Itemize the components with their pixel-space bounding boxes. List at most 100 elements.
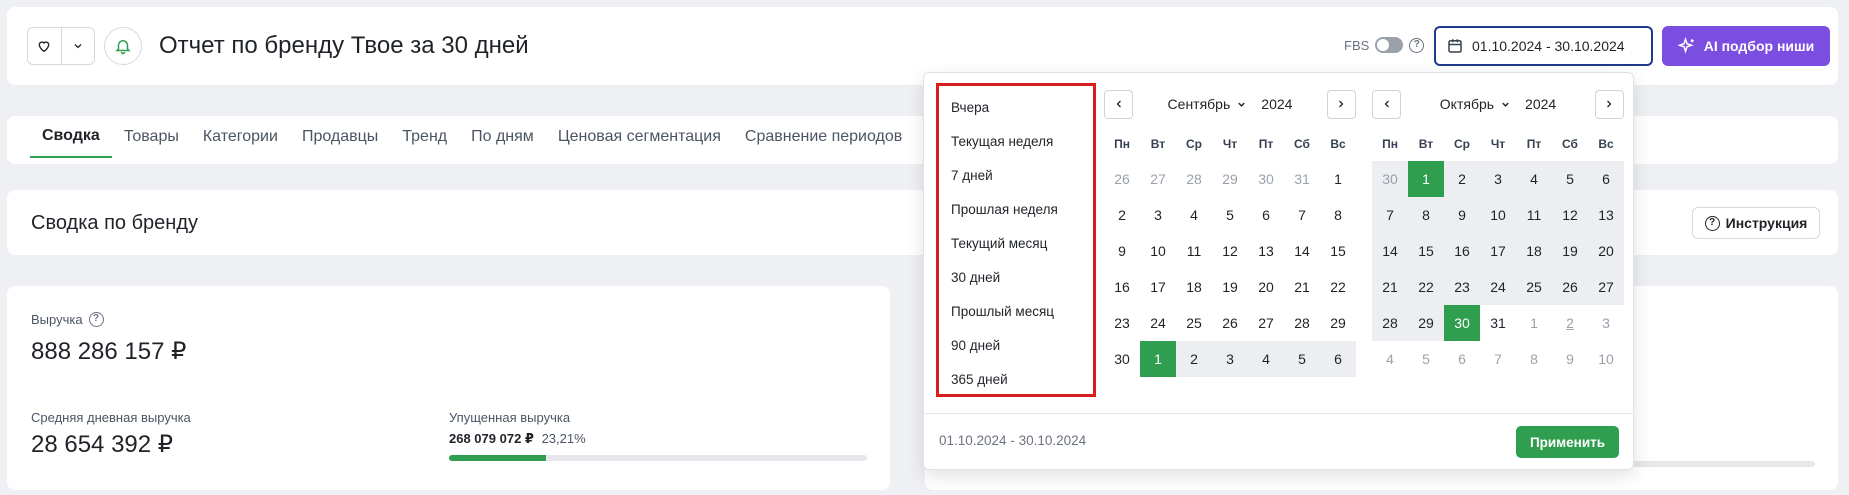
- calendar-day[interactable]: 30: [1248, 161, 1284, 197]
- preset-item[interactable]: Прошлый месяц: [939, 294, 1093, 328]
- calendar-day[interactable]: 16: [1444, 233, 1480, 269]
- calendar-day[interactable]: 21: [1372, 269, 1408, 305]
- calendar-day[interactable]: 7: [1372, 197, 1408, 233]
- calendar-day[interactable]: 2: [1552, 305, 1588, 341]
- tab-item[interactable]: По дням: [459, 116, 546, 158]
- calendar-day[interactable]: 28: [1176, 161, 1212, 197]
- calendar-day[interactable]: 1: [1516, 305, 1552, 341]
- year-select[interactable]: 2024: [1525, 96, 1556, 112]
- calendar-day[interactable]: 8: [1320, 197, 1356, 233]
- month-select[interactable]: Октябрь: [1440, 96, 1511, 112]
- calendar-day[interactable]: 6: [1320, 341, 1356, 377]
- notification-button[interactable]: [104, 27, 142, 65]
- calendar-day[interactable]: 10: [1140, 233, 1176, 269]
- date-range-input[interactable]: 01.10.2024 - 30.10.2024: [1434, 26, 1653, 66]
- preset-item[interactable]: 365 дней: [939, 362, 1093, 396]
- calendar-day[interactable]: 6: [1588, 161, 1624, 197]
- calendar-day[interactable]: 14: [1372, 233, 1408, 269]
- calendar-day[interactable]: 19: [1212, 269, 1248, 305]
- favorite-button[interactable]: [28, 28, 61, 64]
- calendar-day[interactable]: 21: [1284, 269, 1320, 305]
- calendar-day[interactable]: 24: [1140, 305, 1176, 341]
- calendar-day[interactable]: 12: [1552, 197, 1588, 233]
- calendar-day[interactable]: 29: [1408, 305, 1444, 341]
- calendar-day[interactable]: 10: [1588, 341, 1624, 377]
- tab-item[interactable]: Продавцы: [290, 116, 390, 158]
- calendar-day[interactable]: 4: [1248, 341, 1284, 377]
- preset-item[interactable]: 30 дней: [939, 260, 1093, 294]
- prev-month-button[interactable]: [1372, 89, 1401, 119]
- calendar-day[interactable]: 23: [1104, 305, 1140, 341]
- help-icon[interactable]: ?: [88, 312, 104, 327]
- calendar-day[interactable]: 5: [1408, 341, 1444, 377]
- calendar-day-selected[interactable]: 1: [1140, 341, 1176, 377]
- preset-item[interactable]: Текущий месяц: [939, 226, 1093, 260]
- calendar-day[interactable]: 29: [1212, 161, 1248, 197]
- calendar-day[interactable]: 4: [1176, 197, 1212, 233]
- calendar-day[interactable]: 4: [1372, 341, 1408, 377]
- apply-button[interactable]: Применить: [1516, 426, 1619, 458]
- favorites-dropdown-button[interactable]: [60, 28, 94, 64]
- fbs-toggle[interactable]: [1375, 37, 1404, 53]
- calendar-day[interactable]: 30: [1104, 341, 1140, 377]
- calendar-day[interactable]: 15: [1320, 233, 1356, 269]
- calendar-day[interactable]: 2: [1444, 161, 1480, 197]
- calendar-day[interactable]: 3: [1212, 341, 1248, 377]
- calendar-day[interactable]: 1: [1320, 161, 1356, 197]
- preset-item[interactable]: Прошлая неделя: [939, 192, 1093, 226]
- preset-item[interactable]: Вчера: [939, 90, 1093, 124]
- calendar-day[interactable]: 8: [1516, 341, 1552, 377]
- calendar-day[interactable]: 19: [1552, 233, 1588, 269]
- calendar-day[interactable]: 23: [1444, 269, 1480, 305]
- calendar-day[interactable]: 3: [1588, 305, 1624, 341]
- help-icon[interactable]: ?: [1409, 37, 1425, 53]
- calendar-day[interactable]: 8: [1408, 197, 1444, 233]
- calendar-day[interactable]: 20: [1248, 269, 1284, 305]
- calendar-day[interactable]: 14: [1284, 233, 1320, 269]
- calendar-day[interactable]: 18: [1176, 269, 1212, 305]
- tab-item[interactable]: Сравнение периодов: [733, 116, 914, 158]
- calendar-day[interactable]: 28: [1284, 305, 1320, 341]
- calendar-day[interactable]: 6: [1248, 197, 1284, 233]
- calendar-day[interactable]: 13: [1248, 233, 1284, 269]
- calendar-day[interactable]: 29: [1320, 305, 1356, 341]
- calendar-day[interactable]: 22: [1408, 269, 1444, 305]
- year-select[interactable]: 2024: [1261, 96, 1292, 112]
- calendar-day[interactable]: 2: [1104, 197, 1140, 233]
- preset-item[interactable]: Текущая неделя: [939, 124, 1093, 158]
- calendar-day-selected[interactable]: 30: [1444, 305, 1480, 341]
- calendar-day[interactable]: 27: [1140, 161, 1176, 197]
- calendar-day[interactable]: 7: [1480, 341, 1516, 377]
- calendar-day[interactable]: 26: [1104, 161, 1140, 197]
- calendar-day[interactable]: 5: [1284, 341, 1320, 377]
- calendar-day[interactable]: 18: [1516, 233, 1552, 269]
- calendar-day[interactable]: 31: [1284, 161, 1320, 197]
- calendar-day[interactable]: 4: [1516, 161, 1552, 197]
- calendar-day[interactable]: 5: [1212, 197, 1248, 233]
- calendar-day[interactable]: 30: [1372, 161, 1408, 197]
- month-select[interactable]: Сентябрь: [1168, 96, 1248, 112]
- calendar-day[interactable]: 15: [1408, 233, 1444, 269]
- tab-item[interactable]: Тренд: [390, 116, 459, 158]
- instruction-button[interactable]: ? Инструкция: [1692, 207, 1820, 239]
- calendar-day[interactable]: 10: [1480, 197, 1516, 233]
- tab-item[interactable]: Сводка: [30, 116, 112, 158]
- calendar-day[interactable]: 20: [1588, 233, 1624, 269]
- next-month-button[interactable]: [1594, 89, 1624, 119]
- calendar-day[interactable]: 6: [1444, 341, 1480, 377]
- ai-niche-button[interactable]: AI подбор ниши: [1662, 26, 1830, 66]
- calendar-day[interactable]: 3: [1480, 161, 1516, 197]
- calendar-day[interactable]: 9: [1552, 341, 1588, 377]
- calendar-day[interactable]: 7: [1284, 197, 1320, 233]
- calendar-day[interactable]: 26: [1212, 305, 1248, 341]
- calendar-day[interactable]: 22: [1320, 269, 1356, 305]
- prev-month-button[interactable]: [1104, 89, 1133, 119]
- calendar-day[interactable]: 11: [1516, 197, 1552, 233]
- calendar-day[interactable]: 13: [1588, 197, 1624, 233]
- preset-item[interactable]: 90 дней: [939, 328, 1093, 362]
- calendar-day-selected[interactable]: 1: [1408, 161, 1444, 197]
- calendar-day[interactable]: 27: [1248, 305, 1284, 341]
- calendar-day[interactable]: 16: [1104, 269, 1140, 305]
- calendar-day[interactable]: 25: [1176, 305, 1212, 341]
- calendar-day[interactable]: 25: [1516, 269, 1552, 305]
